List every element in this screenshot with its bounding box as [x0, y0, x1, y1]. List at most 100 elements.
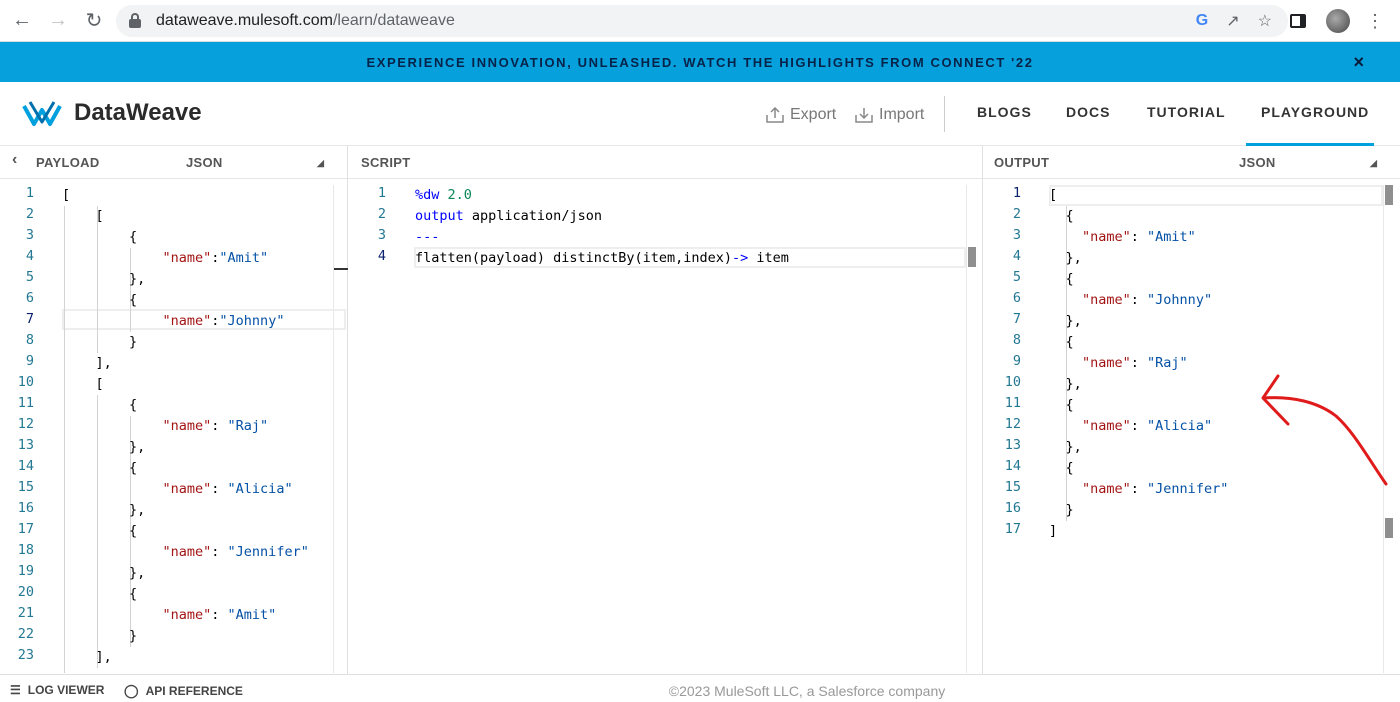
script-scroll-thumb[interactable]	[968, 247, 976, 267]
output-scroll-thumb-top[interactable]	[1385, 185, 1393, 205]
api-reference-button[interactable]: ◯ API REFERENCE	[124, 683, 243, 699]
code-line[interactable]: ]	[1049, 521, 1057, 542]
code-line[interactable]: {	[1066, 458, 1074, 479]
json-separator: :	[1130, 418, 1148, 434]
output-title: OUTPUT	[994, 155, 1050, 170]
json-value: "Alicia"	[1147, 418, 1213, 434]
red-annotation-arrow	[1261, 374, 1388, 486]
code-line[interactable]: "name": "Amit"	[163, 605, 277, 626]
code-line[interactable]: ],	[96, 353, 112, 374]
google-lens-icon[interactable]: G	[1196, 12, 1208, 30]
back-arrow-icon[interactable]: ←	[4, 3, 40, 39]
json-value: "Amit"	[227, 607, 277, 623]
nav-tutorial[interactable]: TUTORIAL	[1147, 104, 1226, 120]
line-number: 8	[1012, 332, 1021, 348]
address-bar[interactable]: dataweave.mulesoft.com/learn/dataweave G…	[116, 5, 1288, 37]
code-line[interactable]: },	[1066, 437, 1082, 458]
code-line[interactable]: },	[129, 437, 145, 458]
share-icon[interactable]: ↗	[1226, 11, 1239, 31]
import-button[interactable]: Import	[855, 106, 924, 124]
code-line[interactable]: },	[1066, 374, 1082, 395]
export-icon	[766, 107, 784, 123]
code-line[interactable]: "name": "Raj"	[163, 416, 269, 437]
code-line[interactable]: [	[96, 374, 104, 395]
code-line[interactable]: }	[1066, 500, 1074, 521]
side-panel-icon[interactable]	[1290, 14, 1306, 28]
banner-text[interactable]: EXPERIENCE INNOVATION, UNLEASHED. WATCH …	[366, 55, 1033, 70]
code-line[interactable]: {	[129, 395, 137, 416]
code-line[interactable]: },	[129, 563, 145, 584]
line-number: 10	[17, 374, 34, 390]
code-line[interactable]: },	[1066, 311, 1082, 332]
code-line[interactable]: "name": "Alicia"	[163, 479, 293, 500]
payload-editor[interactable]: 1[2[3{4 "name":"Amit" 5}, 6{7 "name":"Johnny…	[0, 185, 347, 673]
code-line[interactable]: {	[1066, 332, 1074, 353]
code-line[interactable]: "name": "Raj"	[1082, 353, 1188, 374]
line-number: 14	[1004, 458, 1021, 474]
code-line[interactable]: {	[129, 521, 137, 542]
code-line[interactable]: %dw 2.0	[415, 185, 472, 206]
json-punctuation: [	[95, 208, 104, 224]
code-token: ->	[731, 250, 749, 266]
profile-avatar[interactable]	[1326, 9, 1350, 33]
export-button[interactable]: Export	[766, 106, 836, 124]
payload-scrollbar[interactable]	[333, 185, 348, 673]
payload-format-select[interactable]: JSON	[186, 155, 223, 170]
code-line[interactable]: {	[129, 227, 137, 248]
code-line[interactable]: }	[129, 332, 137, 353]
code-line[interactable]: flatten(payload) distinctBy(item,index)-…	[415, 248, 789, 269]
nav-blogs[interactable]: BLOGS	[977, 104, 1032, 120]
code-line[interactable]: "name": "Jennifer"	[1082, 479, 1228, 500]
lock-icon[interactable]	[128, 13, 142, 29]
payload-format-caret-icon[interactable]: ◢	[317, 158, 324, 169]
json-punctuation: ],	[95, 649, 112, 665]
chrome-menu-icon[interactable]: ⋮	[1366, 11, 1384, 32]
output-format-select[interactable]: JSON	[1239, 155, 1276, 170]
output-current-line-highlight	[1049, 185, 1383, 206]
reload-icon[interactable]: ↻	[76, 3, 112, 39]
nav-playground[interactable]: PLAYGROUND	[1261, 104, 1369, 120]
code-line[interactable]: "name":"Amit"	[163, 248, 269, 269]
code-line[interactable]: },	[129, 500, 145, 521]
code-line[interactable]: },	[1066, 248, 1082, 269]
script-scrollbar[interactable]	[966, 185, 980, 673]
json-key: "name"	[1082, 355, 1131, 371]
code-line[interactable]: {	[129, 584, 137, 605]
dataweave-logo[interactable]: DataWeave	[22, 96, 202, 130]
code-line[interactable]: output application/json	[415, 206, 602, 227]
code-line[interactable]: "name": "Amit"	[1082, 227, 1196, 248]
code-line[interactable]: {	[1066, 269, 1074, 290]
code-line[interactable]: ---	[415, 227, 439, 248]
url-text[interactable]: dataweave.mulesoft.com/learn/dataweave	[156, 12, 455, 30]
code-line[interactable]: {	[129, 458, 137, 479]
forward-arrow-icon[interactable]: →	[40, 3, 76, 39]
json-value: "Johnny"	[1147, 292, 1213, 308]
script-editor[interactable]: 1 %dw 2.0 2 output application/json 3 --- 4 fla…	[348, 185, 968, 673]
output-format-caret-icon[interactable]: ◢	[1370, 158, 1377, 169]
collapse-chevron-icon[interactable]: ‹	[12, 151, 18, 169]
bookmark-star-icon[interactable]: ☆	[1258, 11, 1272, 31]
code-line[interactable]: "name": "Johnny"	[1082, 290, 1212, 311]
json-key: "name"	[1082, 292, 1131, 308]
banner-close-icon[interactable]: ×	[1353, 52, 1364, 73]
code-line[interactable]: {	[129, 290, 137, 311]
output-scroll-thumb[interactable]	[1385, 518, 1393, 538]
import-icon	[855, 108, 873, 123]
code-line[interactable]: "name":"Johnny"	[163, 311, 285, 332]
code-line[interactable]: ],	[96, 647, 112, 668]
code-line[interactable]: "name": "Alicia"	[1082, 416, 1212, 437]
api-reference-label: API REFERENCE	[145, 684, 243, 698]
json-separator: :	[1130, 229, 1148, 245]
code-line[interactable]: [	[96, 206, 104, 227]
json-separator: :	[211, 607, 228, 623]
code-line[interactable]: {	[1066, 206, 1074, 227]
code-line[interactable]: [	[62, 185, 70, 206]
nav-docs[interactable]: DOCS	[1066, 104, 1110, 120]
code-line[interactable]: },	[129, 269, 145, 290]
code-line[interactable]: }	[129, 626, 137, 647]
code-line[interactable]: {	[1066, 395, 1074, 416]
code-line[interactable]: "name": "Jennifer"	[163, 542, 309, 563]
code-line[interactable]: [	[1049, 185, 1057, 206]
json-punctuation: }	[1065, 502, 1074, 518]
log-viewer-button[interactable]: ☰ LOG VIEWER	[10, 683, 104, 697]
